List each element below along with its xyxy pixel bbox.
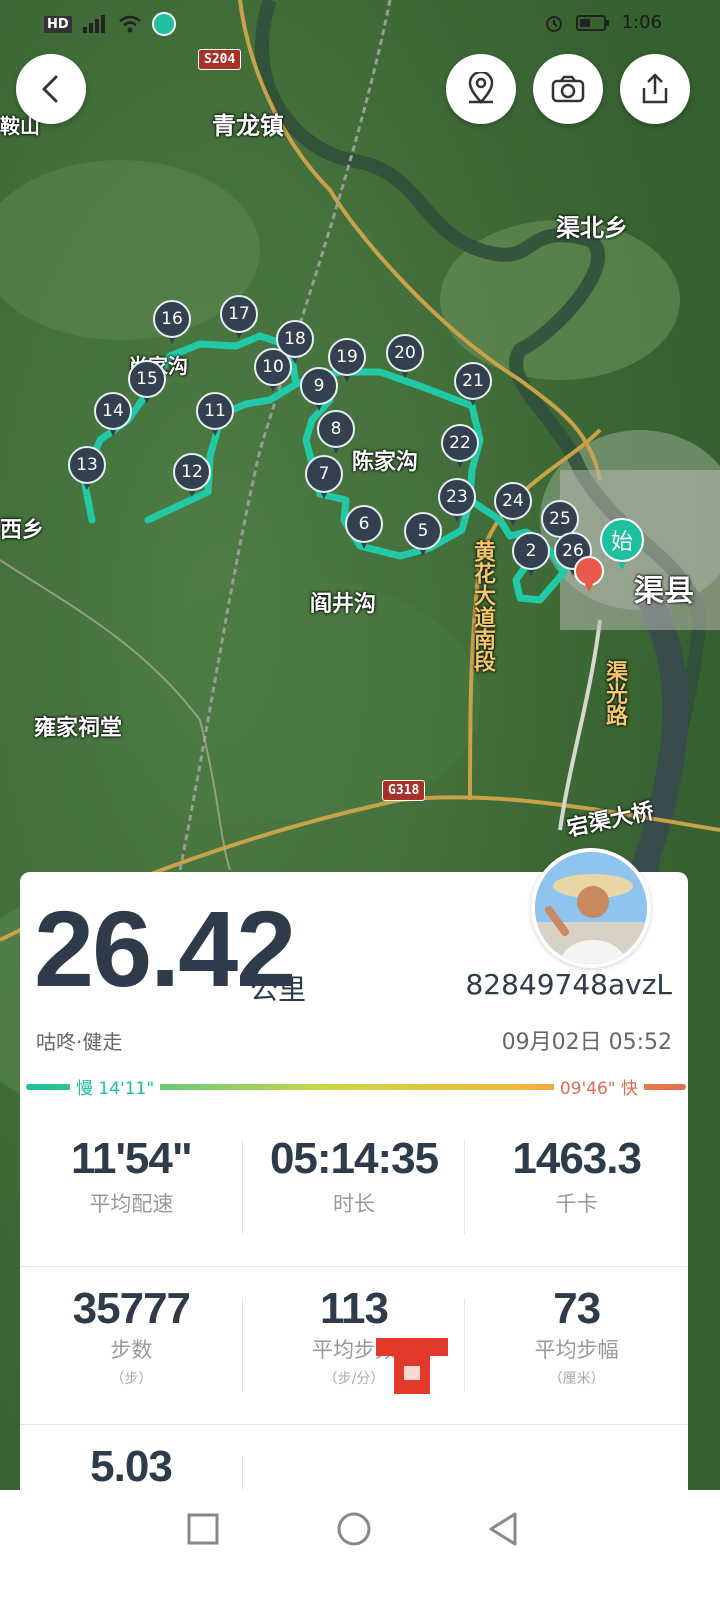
end-marker[interactable] xyxy=(574,556,604,596)
stat-steps: 35777 步数 （步） xyxy=(20,1284,243,1388)
status-time: 1:06 xyxy=(621,12,662,33)
activity-date: 09月02日 05:52 xyxy=(501,1030,672,1055)
app-notification-icon xyxy=(151,12,176,36)
stat-value: 05:14:35 xyxy=(269,1134,439,1183)
stat-label: 步数 xyxy=(110,1338,153,1362)
username[interactable]: 82849748avzL xyxy=(465,968,672,1001)
map-label-yanjinggou: 阎井沟 xyxy=(310,592,377,617)
stat-value: 73 xyxy=(553,1284,601,1333)
watermark-icon xyxy=(376,1338,448,1394)
route-marker[interactable]: 21 xyxy=(454,362,492,408)
camera-icon xyxy=(551,75,585,103)
start-marker[interactable]: 始 xyxy=(600,518,644,576)
stat-unit: （厘米） xyxy=(548,1371,605,1387)
route-marker[interactable]: 19 xyxy=(328,338,366,384)
stat-label: 时长 xyxy=(333,1192,375,1216)
route-marker[interactable]: 7 xyxy=(305,455,343,501)
route-marker[interactable]: 20 xyxy=(386,334,424,380)
status-bar: HD 1:06 xyxy=(0,0,720,48)
map-label-chenjiagou: 陈家沟 xyxy=(352,450,419,475)
home-icon[interactable] xyxy=(336,1511,372,1547)
route-marker[interactable]: 24 xyxy=(494,482,532,528)
stats-row: 35777 步数 （步） 113 平均步频 （步/分） 73 平均步幅 （厘米） xyxy=(20,1284,688,1388)
distance-unit: 公里 xyxy=(250,973,307,1006)
divider xyxy=(20,1266,688,1267)
route-marker[interactable]: 23 xyxy=(438,478,476,524)
map-label-qinglong: 青龙镇 xyxy=(212,112,284,140)
summary-card: 26.42 公里 82849748avzL 咕咚·健走 09月02日 05:52… xyxy=(20,872,688,1530)
share-button[interactable] xyxy=(620,54,690,124)
map-label-qubei: 渠北乡 xyxy=(556,214,628,242)
route-marker[interactable]: 5 xyxy=(404,512,442,558)
divider xyxy=(464,1298,465,1392)
stat-label: 平均步幅 xyxy=(534,1338,619,1362)
route-marker[interactable]: 12 xyxy=(173,453,211,499)
divider xyxy=(20,1424,688,1425)
stat-unit: （步） xyxy=(110,1371,153,1387)
divider xyxy=(242,1140,243,1234)
camera-button[interactable] xyxy=(533,54,603,124)
stat-label: 千卡 xyxy=(555,1192,598,1216)
map-label-yongjiacitang: 雍家祠堂 xyxy=(34,716,123,741)
avatar-photo xyxy=(535,852,647,964)
pace-fast-label: 09'46" 快 xyxy=(553,1074,644,1099)
route-marker[interactable]: 16 xyxy=(153,300,191,346)
route-marker[interactable]: 14 xyxy=(94,392,132,438)
share-icon xyxy=(642,73,668,104)
stat-calories: 1463.3 千卡 xyxy=(465,1134,688,1218)
stat-duration: 05:14:35 时长 xyxy=(243,1134,466,1218)
route-marker[interactable]: 6 xyxy=(345,505,383,551)
route-marker[interactable]: 11 xyxy=(196,392,234,438)
location-button[interactable] xyxy=(446,54,516,124)
road-badge-g318: G318 xyxy=(382,780,426,801)
route-marker[interactable]: 22 xyxy=(441,424,479,470)
stats-row: 11'54" 平均配速 05:14:35 时长 1463.3 千卡 xyxy=(20,1134,688,1218)
map-label-xixiang: 西乡 xyxy=(0,518,45,543)
map-label-huanghua-road: 黄花大道南段 xyxy=(470,540,495,672)
battery-icon xyxy=(575,14,609,31)
stat-value: 11'54" xyxy=(70,1134,193,1183)
watermark-logo xyxy=(370,1330,454,1404)
map-label-quguang-road: 渠光路 xyxy=(602,660,627,726)
divider xyxy=(464,1140,465,1234)
divider xyxy=(242,1298,243,1392)
pace-slow-label: 慢 14'11" xyxy=(70,1074,161,1099)
back-button[interactable] xyxy=(16,54,86,124)
stat-value: 5.03 xyxy=(90,1442,173,1491)
recents-icon[interactable] xyxy=(186,1512,220,1546)
activity-type: 咕咚·健走 xyxy=(36,1030,123,1054)
stat-label: 平均配速 xyxy=(89,1192,174,1216)
road-badge-s204: S204 xyxy=(198,49,242,70)
route-marker[interactable]: 13 xyxy=(68,446,106,492)
stat-value: 35777 xyxy=(72,1284,191,1333)
stat-value: 1463.3 xyxy=(512,1134,642,1183)
route-marker[interactable]: 8 xyxy=(317,410,355,456)
stat-stride: 73 平均步幅 （厘米） xyxy=(465,1284,688,1388)
system-nav-bar xyxy=(0,1490,720,1600)
chevron-left-icon xyxy=(42,75,58,103)
stat-value: 113 xyxy=(320,1284,389,1333)
route-marker[interactable]: 17 xyxy=(220,295,258,341)
route-marker[interactable]: 18 xyxy=(276,320,314,366)
route-marker[interactable]: 15 xyxy=(128,360,166,406)
back-nav-icon[interactable] xyxy=(486,1511,520,1547)
signal-icon xyxy=(82,15,105,33)
location-pin-icon xyxy=(468,72,494,104)
hd-indicator: HD xyxy=(44,15,72,33)
stats-row: 5.03 xyxy=(20,1442,688,1492)
alarm-icon xyxy=(545,15,562,32)
stat-extra: 5.03 xyxy=(20,1442,242,1492)
avatar[interactable] xyxy=(531,848,651,968)
wifi-icon xyxy=(118,15,141,33)
stat-avg-pace: 11'54" 平均配速 xyxy=(20,1134,243,1218)
